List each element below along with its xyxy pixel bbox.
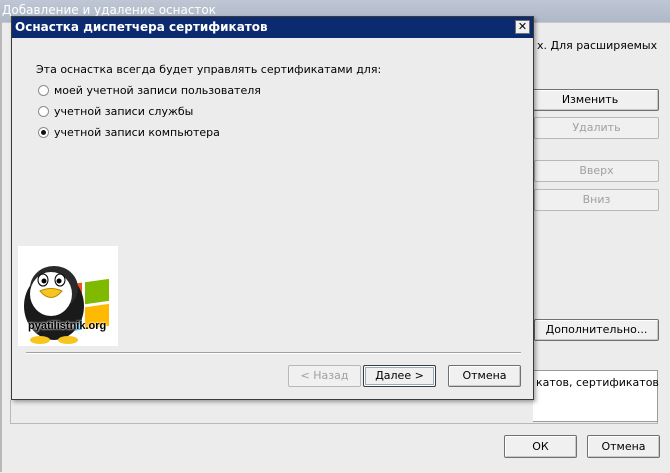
move-up-button[interactable]: Вверх (534, 160, 659, 182)
radio-button-selected-icon[interactable] (38, 127, 49, 138)
certificates-snapin-dialog: Оснастка диспетчера сертификатов ✕ Эта о… (11, 16, 534, 400)
dialog-title-bar: Оснастка диспетчера сертификатов ✕ (12, 17, 533, 38)
parent-left-border (0, 22, 2, 472)
radio-label[interactable]: моей учетной записи пользователя (54, 84, 261, 97)
prompt-label: Эта оснастка всегда будет управлять серт… (36, 63, 382, 76)
snapin-description-box: катов, сертификатов (533, 370, 659, 422)
radio-button-icon[interactable] (38, 106, 49, 117)
parent-cancel-button[interactable]: Отмена (587, 435, 660, 458)
radio-label[interactable]: учетной записи компьютера (54, 126, 220, 139)
dialog-cancel-button[interactable]: Отмена (448, 365, 521, 387)
next-button[interactable]: Далее > (363, 365, 436, 387)
radio-label[interactable]: учетной записи службы (54, 105, 193, 118)
parent-frame-bottom (10, 423, 658, 424)
dialog-body: Эта оснастка всегда будет управлять серт… (12, 38, 533, 399)
dialog-separator (26, 352, 521, 354)
change-extensions-button[interactable]: Изменить расширения... (521, 89, 659, 126)
back-button[interactable]: < Назад (288, 365, 361, 387)
parent-window-title: Добавление и удаление оснасток (2, 3, 217, 17)
parent-description-fragment: х. Для расширяемых (537, 39, 658, 52)
parent-frame-line (10, 400, 11, 424)
snapin-description-text: катов, сертификатов (536, 376, 659, 389)
pyatilistnik-logo: pyatilistnik.org (18, 246, 118, 346)
ok-button[interactable]: ОК (504, 435, 577, 458)
move-down-button[interactable]: Вниз (534, 189, 659, 211)
dialog-title: Оснастка диспетчера сертификатов (15, 20, 268, 34)
remove-button[interactable]: Удалить (534, 117, 659, 139)
logo-text: pyatilistnik.org (28, 320, 107, 332)
advanced-button[interactable]: Дополнительно... (534, 319, 659, 341)
close-icon[interactable]: ✕ (515, 20, 530, 34)
radio-button-icon[interactable] (38, 85, 49, 96)
